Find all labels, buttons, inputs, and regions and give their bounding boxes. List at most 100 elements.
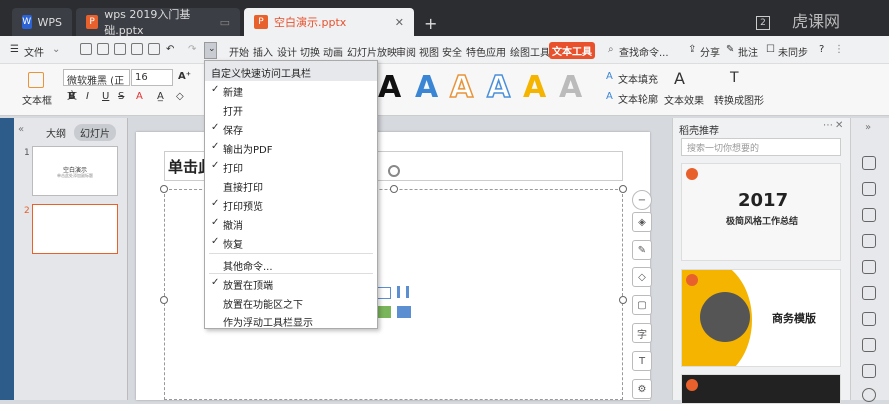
command-search[interactable]: 查找命令...	[619, 44, 669, 59]
menu-item-redo[interactable]: ✓ 恢复	[205, 233, 377, 252]
menu-item-print-preview[interactable]: ✓ 打印预览	[205, 195, 377, 214]
more-icon[interactable]: ⋮	[834, 44, 844, 55]
hamburger-icon[interactable]: ☰	[10, 44, 19, 55]
new-icon[interactable]	[80, 43, 92, 55]
menu-item-print[interactable]: ✓ 打印	[205, 157, 377, 176]
undo-icon[interactable]: ↶	[166, 44, 174, 55]
settings-icon[interactable]	[862, 234, 876, 248]
tab-slides[interactable]: 幻灯片	[74, 124, 116, 141]
menu-item-slideshow[interactable]: 幻灯片放映	[347, 44, 397, 59]
panel-title[interactable]: 稻壳推荐	[679, 122, 719, 137]
menu-item-direct-print[interactable]: 直接打印	[205, 176, 377, 195]
panel-more-icon[interactable]: ⋯	[823, 120, 833, 131]
window-count-badge[interactable]: 2	[756, 16, 770, 30]
menu-item-open[interactable]: 打开	[205, 100, 377, 119]
template-card-2[interactable]: 商务模版	[681, 269, 841, 367]
zoom-out-icon[interactable]: −	[632, 190, 652, 210]
rotate-handle-icon[interactable]	[388, 165, 400, 177]
menu-item-transition[interactable]: 切换	[300, 44, 320, 59]
template-search-input[interactable]: 搜索一切你想要的	[681, 138, 841, 156]
text-fill-button[interactable]: 文本填充	[618, 71, 658, 86]
resize-handle[interactable]	[619, 296, 627, 304]
art-style-blue[interactable]: A	[415, 70, 438, 105]
menu-item-save[interactable]: ✓ 保存	[205, 119, 377, 138]
collapse-icon[interactable]: «	[18, 124, 24, 135]
resize-handle[interactable]	[160, 296, 168, 304]
menu-item-undo[interactable]: ✓ 撤消	[205, 214, 377, 233]
clear-format-icon[interactable]: ◇	[176, 91, 184, 102]
menu-item-place-top[interactable]: ✓ 放置在顶端	[205, 274, 377, 293]
grid-icon[interactable]	[862, 338, 876, 352]
slide-thumbnail-1[interactable]: 空白演示 单击此处添加副标题	[32, 146, 118, 196]
tab-close-icon[interactable]: ✕	[395, 16, 404, 29]
tab-outline[interactable]: 大纲	[40, 124, 72, 141]
menu-item-text-tools[interactable]: 文本工具	[549, 42, 595, 59]
menu-item-features[interactable]: 特色应用	[466, 44, 506, 59]
outline-icon[interactable]: ▢	[632, 295, 652, 315]
art-style-blue-outline[interactable]: A	[486, 69, 511, 106]
chevron-down-icon[interactable]: ⌄	[52, 44, 60, 55]
resize-handle[interactable]	[390, 185, 398, 193]
image-icon[interactable]	[862, 312, 876, 326]
menu-item-insert[interactable]: 插入	[253, 44, 273, 59]
text-effect-button[interactable]: 文本效果	[664, 92, 704, 107]
underline-icon[interactable]: U	[102, 91, 109, 102]
resize-handle[interactable]	[160, 185, 168, 193]
menu-item-animation[interactable]: 动画	[323, 44, 343, 59]
font-color-icon[interactable]: A	[136, 91, 143, 102]
share-icon[interactable]	[862, 364, 876, 378]
menu-item-export-pdf[interactable]: ✓ 输出为PDF	[205, 138, 377, 157]
insert-video-icon[interactable]	[397, 306, 411, 318]
export-icon[interactable]	[862, 286, 876, 300]
menu-item-security[interactable]: 安全	[442, 44, 462, 59]
art-style-black[interactable]: A	[378, 70, 401, 105]
menu-item-review[interactable]: 审阅	[396, 44, 416, 59]
arrow-icon[interactable]	[862, 156, 876, 170]
new-tab-button[interactable]: +	[424, 14, 437, 33]
collapse-right-icon[interactable]: »	[865, 122, 871, 133]
insert-table-icon[interactable]	[377, 287, 391, 299]
menu-item-place-below[interactable]: 放置在功能区之下	[205, 293, 377, 312]
font-size-select[interactable]: 16	[131, 69, 173, 86]
tab-doc-blank[interactable]: P 空白演示.pptx ✕	[244, 8, 414, 36]
text-style-icon[interactable]: 字	[632, 323, 652, 343]
share-button[interactable]: 分享	[700, 44, 720, 59]
print-icon[interactable]	[131, 43, 143, 55]
font-name-select[interactable]: 微软雅黑 (正文	[63, 69, 130, 102]
help-icon[interactable]: ?	[819, 44, 824, 55]
menu-item-design[interactable]: 设计	[277, 44, 297, 59]
template-card-1[interactable]: 2017 极简风格工作总结	[681, 163, 841, 261]
convert-shape-button[interactable]: 转换成图形	[714, 92, 764, 107]
strikethrough-icon[interactable]: S	[118, 91, 124, 102]
textbox-label[interactable]: 文本框	[22, 92, 52, 107]
menu-item-view[interactable]: 视图	[419, 44, 439, 59]
textbox-icon[interactable]: T	[632, 351, 652, 371]
save-icon[interactable]	[114, 43, 126, 55]
font-spacing-icon[interactable]: A̲	[157, 91, 164, 102]
menu-item-more-commands[interactable]: 其他命令...	[205, 255, 377, 274]
layout-icon[interactable]	[862, 260, 876, 274]
panel-close-icon[interactable]: ✕	[835, 120, 843, 131]
menu-item-floating-toolbar[interactable]: 作为浮动工具栏显示	[205, 311, 377, 330]
tab-doc-wps2019[interactable]: P wps 2019入门基础.pptx ▭	[76, 8, 240, 37]
slide-thumbnail-2[interactable]	[32, 204, 118, 254]
menu-item-new[interactable]: ✓ 新建	[205, 81, 377, 100]
shape-icon[interactable]	[862, 208, 876, 222]
resize-handle[interactable]	[619, 185, 627, 193]
tab-monitor-icon[interactable]: ▭	[220, 16, 230, 29]
fill-icon[interactable]: ◇	[632, 267, 652, 287]
art-style-orange-outline[interactable]: A	[449, 69, 474, 106]
preview-icon[interactable]	[148, 43, 160, 55]
pen-icon[interactable]: ✎	[632, 240, 652, 260]
redo-icon[interactable]: ↷	[188, 44, 196, 55]
open-icon[interactable]	[97, 43, 109, 55]
text-outline-button[interactable]: 文本轮廓	[618, 91, 658, 106]
sync-status[interactable]: 未同步	[778, 44, 808, 59]
art-style-gray[interactable]: A	[559, 70, 582, 105]
file-menu[interactable]: 文件	[24, 44, 44, 59]
textbox-icon[interactable]	[28, 72, 44, 88]
insert-picture-icon[interactable]	[377, 306, 391, 318]
bold-icon[interactable]: B	[68, 91, 76, 102]
more-tools-icon[interactable]: ⚙	[632, 379, 652, 399]
tab-wps-home[interactable]: W WPS	[12, 8, 72, 36]
